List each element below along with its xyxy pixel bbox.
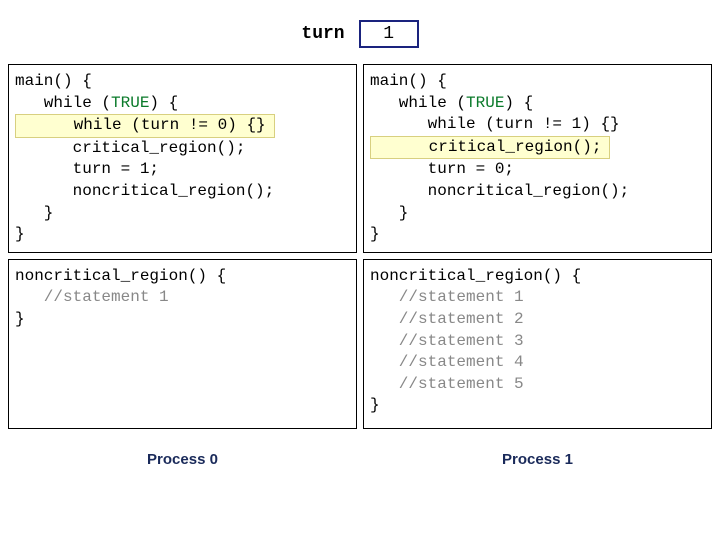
- comment-line: //statement 5: [370, 375, 524, 393]
- turn-value-box: 1: [359, 20, 419, 48]
- code-line: ) {: [504, 94, 533, 112]
- code-line: turn = 0;: [370, 160, 514, 178]
- turn-label: turn: [301, 24, 344, 44]
- process-0-noncritical-code: noncritical_region() { //statement 1 }: [8, 259, 357, 429]
- code-line: }: [15, 310, 25, 328]
- code-line: }: [15, 225, 25, 243]
- code-line: while (turn != 1) {}: [370, 115, 620, 133]
- process-1-column: main() { while (TRUE) { while (turn != 1…: [363, 64, 712, 468]
- code-line: }: [370, 396, 380, 414]
- code-line: noncritical_region() {: [370, 267, 581, 285]
- keyword-true: TRUE: [466, 94, 504, 112]
- comment-line: //statement 1: [15, 288, 169, 306]
- code-line: ) {: [149, 94, 178, 112]
- comment-line: //statement 2: [370, 310, 524, 328]
- code-line: noncritical_region();: [370, 182, 629, 200]
- code-line: main() {: [15, 72, 92, 90]
- columns: main() { while (TRUE) { while (turn != 0…: [8, 64, 712, 468]
- process-1-main-code: main() { while (TRUE) { while (turn != 1…: [363, 64, 712, 253]
- code-line: }: [370, 204, 408, 222]
- process-1-label: Process 1: [363, 451, 712, 468]
- process-0-label: Process 0: [8, 451, 357, 468]
- process-0-main-code: main() { while (TRUE) { while (turn != 0…: [8, 64, 357, 253]
- code-line: noncritical_region() {: [15, 267, 226, 285]
- turn-row: turn 1: [8, 20, 712, 48]
- highlighted-line: while (turn != 0) {}: [15, 114, 275, 138]
- process-0-column: main() { while (TRUE) { while (turn != 0…: [8, 64, 357, 468]
- code-line: noncritical_region();: [15, 182, 274, 200]
- code-line: }: [370, 225, 380, 243]
- keyword-true: TRUE: [111, 94, 149, 112]
- code-line: }: [15, 204, 53, 222]
- comment-line: //statement 3: [370, 332, 524, 350]
- code-line: while (: [15, 94, 111, 112]
- code-line: critical_region();: [15, 139, 245, 157]
- code-line: main() {: [370, 72, 447, 90]
- process-1-noncritical-code: noncritical_region() { //statement 1 //s…: [363, 259, 712, 429]
- comment-line: //statement 4: [370, 353, 524, 371]
- code-line: while (: [370, 94, 466, 112]
- comment-line: //statement 1: [370, 288, 524, 306]
- highlighted-line: critical_region();: [370, 136, 610, 160]
- code-line: turn = 1;: [15, 160, 159, 178]
